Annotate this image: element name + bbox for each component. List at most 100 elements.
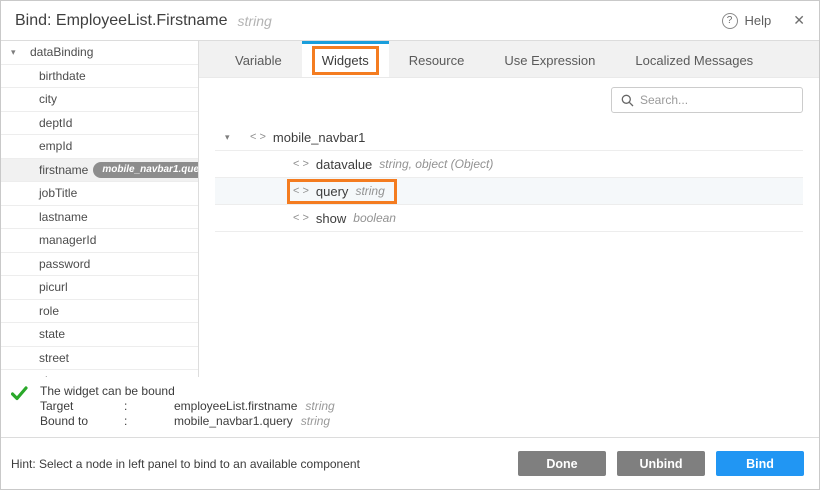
sidebar-item-birthdate[interactable]: birthdate: [1, 65, 198, 89]
tab-resource[interactable]: Resource: [389, 41, 485, 77]
sidebar-item-picurl[interactable]: picurl: [1, 276, 198, 300]
bind-button[interactable]: Bind: [716, 451, 804, 476]
caret-down-icon[interactable]: ▾: [225, 132, 235, 143]
status-row-type: string: [301, 414, 330, 429]
tab-bar: Variable Widgets Resource Use Expression…: [199, 41, 819, 78]
caret-down-icon[interactable]: ▾: [11, 47, 21, 58]
field-label: role: [39, 304, 59, 318]
tab-label: Use Expression: [494, 46, 605, 75]
node-label: datavalue: [316, 157, 372, 172]
field-label: lastname: [39, 210, 88, 224]
status-detail-row: Bound to : mobile_navbar1.query string: [40, 414, 335, 429]
field-label: state: [39, 327, 65, 341]
status-detail-row: Target : employeeList.firstname string: [40, 399, 335, 414]
node-type: boolean: [353, 211, 396, 225]
tab-use-expression[interactable]: Use Expression: [484, 41, 615, 77]
tree-node-query[interactable]: < > query string: [215, 178, 803, 205]
binding-source-panel: Variable Widgets Resource Use Expression…: [199, 41, 819, 377]
tab-widgets[interactable]: Widgets: [302, 41, 389, 77]
sidebar-item-deptid[interactable]: deptId: [1, 112, 198, 136]
sidebar-item-city[interactable]: city: [1, 88, 198, 112]
sidebar-item-role[interactable]: role: [1, 300, 198, 324]
tree-node-show[interactable]: < > show boolean: [215, 205, 803, 232]
sidebar-item-jobtitle[interactable]: jobTitle: [1, 182, 198, 206]
status-row-colon: :: [124, 414, 174, 429]
tab-label: Localized Messages: [625, 46, 763, 75]
field-label: city: [39, 92, 57, 106]
search-box[interactable]: [611, 87, 803, 113]
search-icon: [621, 94, 634, 107]
field-label: deptId: [39, 116, 72, 130]
sidebar-item-street[interactable]: street: [1, 347, 198, 371]
field-label: street: [39, 351, 69, 365]
field-label: password: [39, 257, 90, 271]
status-row-value: employeeList.firstname: [174, 399, 297, 414]
tab-label: Resource: [399, 46, 475, 75]
field-label: empId: [39, 139, 72, 153]
tab-localized-messages[interactable]: Localized Messages: [615, 41, 773, 77]
check-icon: [11, 386, 28, 401]
status-lines: The widget can be bound Target : employe…: [40, 384, 335, 437]
unbind-button[interactable]: Unbind: [617, 451, 705, 476]
tab-label: Widgets: [312, 46, 379, 75]
status-row-label: Target: [40, 399, 124, 414]
field-label: jobTitle: [39, 186, 77, 200]
tree-node-datavalue[interactable]: < > datavalue string, object (Object): [215, 151, 803, 178]
sidebar-item-state[interactable]: state: [1, 323, 198, 347]
hint-text: Hint: Select a node in left panel to bin…: [11, 457, 360, 471]
status-detail-list: Target : employeeList.firstname string B…: [40, 399, 335, 429]
dialog-body: ▾ dataBinding birthdate city deptId empI…: [1, 41, 819, 377]
status-message: The widget can be bound: [40, 384, 335, 399]
dialog-title: Bind: EmployeeList.Firstname: [15, 12, 228, 30]
node-type: string, object (Object): [379, 157, 493, 171]
widget-property-list: < > datavalue string, object (Object) < …: [215, 151, 803, 232]
header-actions: ? Help ✕: [722, 12, 805, 29]
sidebar-item-zip[interactable]: zip: [1, 370, 198, 377]
tree-node-databinding[interactable]: ▾ dataBinding: [1, 41, 198, 65]
node-content: < > show boolean: [287, 206, 408, 231]
tab-label: Variable: [225, 46, 292, 75]
search-row: [215, 87, 803, 113]
code-icon: < >: [293, 158, 309, 170]
node-content: < > query string: [287, 179, 397, 204]
code-icon: < >: [293, 185, 309, 197]
tree-node-mobile-navbar1[interactable]: ▾ < > mobile_navbar1: [215, 124, 803, 151]
node-label: show: [316, 211, 346, 226]
field-label: firstname: [39, 163, 88, 177]
status-row-label: Bound to: [40, 414, 124, 429]
sidebar-item-empid[interactable]: empId: [1, 135, 198, 159]
tab-variable[interactable]: Variable: [215, 41, 302, 77]
close-icon[interactable]: ✕: [793, 12, 805, 29]
field-label: birthdate: [39, 69, 86, 83]
dialog-header: Bind: EmployeeList.Firstname string ? He…: [1, 1, 819, 41]
widget-tree: ▾ < > mobile_navbar1 < > datavalue: [215, 124, 803, 232]
help-icon: ?: [722, 13, 738, 29]
status-row-type: string: [305, 399, 334, 414]
sidebar-item-lastname[interactable]: lastname: [1, 206, 198, 230]
field-list: birthdate city deptId empId firstname mo…: [1, 65, 198, 378]
field-label: picurl: [39, 280, 68, 294]
dialog-footer: Hint: Select a node in left panel to bin…: [1, 438, 819, 489]
node-label: query: [316, 184, 349, 199]
footer-buttons: Done Unbind Bind: [518, 451, 804, 476]
sidebar-item-firstname[interactable]: firstname mobile_navbar1.query: [1, 159, 198, 183]
widgets-tab-content: ▾ < > mobile_navbar1 < > datavalue: [199, 78, 819, 377]
help-button[interactable]: ? Help: [722, 13, 772, 29]
status-row-value: mobile_navbar1.query: [174, 414, 293, 429]
node-label: mobile_navbar1: [273, 130, 366, 145]
help-label: Help: [745, 13, 772, 28]
sidebar-item-password[interactable]: password: [1, 253, 198, 277]
bind-dialog: Bind: EmployeeList.Firstname string ? He…: [0, 0, 820, 490]
tree-root-label: dataBinding: [30, 45, 93, 59]
status-row-colon: :: [124, 399, 174, 414]
node-content: < > mobile_navbar1: [244, 125, 377, 150]
node-content: < > datavalue string, object (Object): [287, 152, 505, 177]
sidebar-item-managerid[interactable]: managerId: [1, 229, 198, 253]
search-input[interactable]: [640, 93, 793, 107]
binding-status: The widget can be bound Target : employe…: [1, 377, 819, 438]
code-icon: < >: [250, 131, 266, 143]
done-button[interactable]: Done: [518, 451, 606, 476]
field-label: managerId: [39, 233, 96, 247]
field-tree-panel: ▾ dataBinding birthdate city deptId empI…: [1, 41, 199, 377]
dialog-title-type: string: [238, 13, 272, 29]
